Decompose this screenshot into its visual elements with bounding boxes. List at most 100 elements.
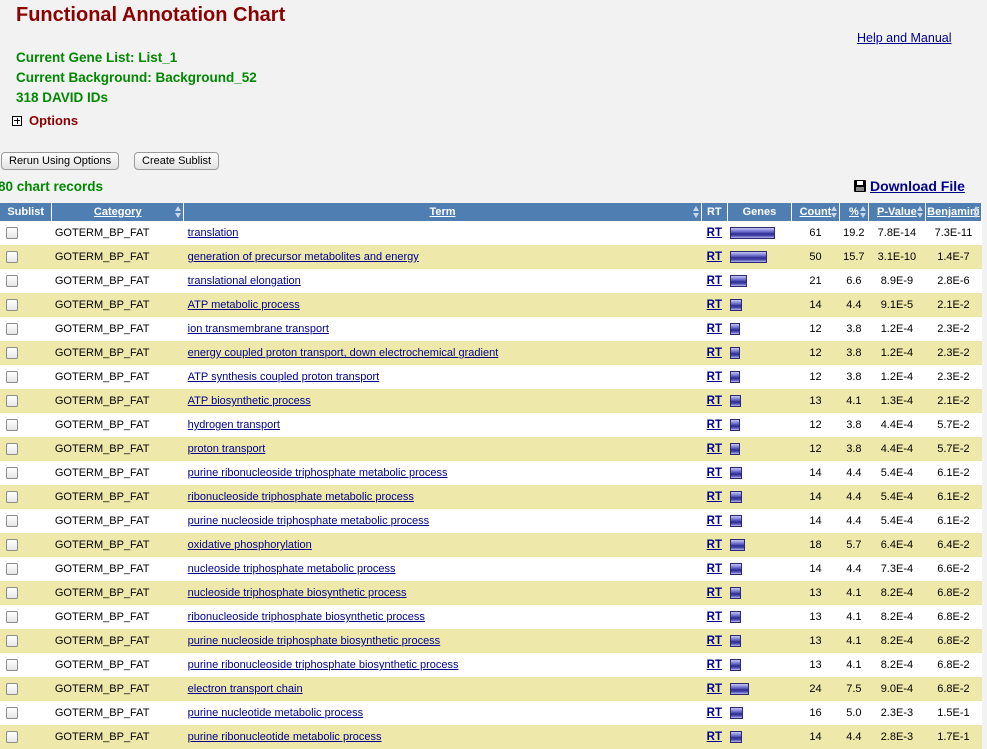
help-manual-link[interactable]: Help and Manual xyxy=(857,31,952,45)
sublist-checkbox[interactable] xyxy=(6,563,18,576)
sublist-checkbox[interactable] xyxy=(6,731,18,744)
genes-bar[interactable] xyxy=(730,683,750,696)
rt-link[interactable]: RT xyxy=(707,371,722,383)
header-percent[interactable]: % xyxy=(839,203,869,221)
sublist-checkbox[interactable] xyxy=(6,707,18,720)
genes-bar[interactable] xyxy=(730,731,743,744)
term-link[interactable]: ATP synthesis coupled proton transport xyxy=(188,371,380,383)
rt-link[interactable]: RT xyxy=(707,659,722,671)
header-term[interactable]: Term xyxy=(183,203,702,221)
genes-bar[interactable] xyxy=(730,539,746,552)
rt-link[interactable]: RT xyxy=(707,395,722,407)
sort-arrows-icon[interactable] xyxy=(830,206,837,218)
sublist-checkbox[interactable] xyxy=(6,299,18,312)
term-link[interactable]: translation xyxy=(188,227,239,239)
genes-bar[interactable] xyxy=(730,635,742,648)
genes-bar[interactable] xyxy=(730,443,741,456)
term-link[interactable]: translational elongation xyxy=(188,275,301,287)
sort-arrows-icon[interactable] xyxy=(692,206,699,218)
expand-plus-icon[interactable] xyxy=(12,115,22,126)
header-pvalue[interactable]: P-Value xyxy=(868,203,926,221)
term-link[interactable]: purine ribonucleoside triphosphate metab… xyxy=(188,467,448,479)
sublist-checkbox[interactable] xyxy=(6,227,18,240)
genes-bar[interactable] xyxy=(730,659,742,672)
genes-bar[interactable] xyxy=(730,419,741,432)
sublist-checkbox[interactable] xyxy=(6,683,18,696)
rt-link[interactable]: RT xyxy=(707,683,722,695)
sublist-checkbox[interactable] xyxy=(6,515,18,528)
rt-link[interactable]: RT xyxy=(707,251,722,263)
sublist-checkbox[interactable] xyxy=(6,347,18,360)
sublist-checkbox[interactable] xyxy=(6,371,18,384)
term-link[interactable]: ribonucleoside triphosphate biosynthetic… xyxy=(188,611,425,623)
header-benjamini[interactable]: Benjamini xyxy=(925,203,983,221)
sublist-checkbox[interactable] xyxy=(6,443,18,456)
genes-bar[interactable] xyxy=(730,299,743,312)
term-link[interactable]: nucleoside triphosphate biosynthetic pro… xyxy=(188,587,407,599)
genes-bar[interactable] xyxy=(730,347,741,360)
rt-link[interactable]: RT xyxy=(707,347,722,359)
rt-link[interactable]: RT xyxy=(707,563,722,575)
rt-link[interactable]: RT xyxy=(707,635,722,647)
genes-bar[interactable] xyxy=(730,275,748,288)
rt-link[interactable]: RT xyxy=(707,419,722,431)
rt-link[interactable]: RT xyxy=(707,275,722,287)
genes-bar[interactable] xyxy=(730,251,768,264)
genes-bar[interactable] xyxy=(730,467,743,480)
genes-bar[interactable] xyxy=(730,515,743,528)
term-link[interactable]: purine nucleoside triphosphate biosynthe… xyxy=(188,635,441,647)
term-link[interactable]: ATP biosynthetic process xyxy=(188,395,311,407)
genes-bar[interactable] xyxy=(730,227,776,240)
options-toggle[interactable]: Options xyxy=(12,113,78,128)
sublist-checkbox[interactable] xyxy=(6,635,18,648)
sublist-checkbox[interactable] xyxy=(6,587,18,600)
sublist-checkbox[interactable] xyxy=(6,395,18,408)
rt-link[interactable]: RT xyxy=(707,227,722,239)
genes-bar[interactable] xyxy=(730,323,741,336)
term-link[interactable]: nucleoside triphosphate metabolic proces… xyxy=(188,563,396,575)
term-link[interactable]: proton transport xyxy=(188,443,266,455)
download-file-link[interactable]: Download File xyxy=(854,178,965,194)
sublist-checkbox[interactable] xyxy=(6,611,18,624)
rt-link[interactable]: RT xyxy=(707,491,722,503)
rt-link[interactable]: RT xyxy=(707,587,722,599)
sort-arrows-icon[interactable] xyxy=(859,206,866,218)
genes-bar[interactable] xyxy=(730,395,742,408)
sublist-checkbox[interactable] xyxy=(6,467,18,480)
genes-bar[interactable] xyxy=(730,611,742,624)
term-link[interactable]: electron transport chain xyxy=(188,683,303,695)
sublist-checkbox[interactable] xyxy=(6,251,18,264)
term-link[interactable]: purine ribonucleoside triphosphate biosy… xyxy=(188,659,459,671)
term-link[interactable]: ribonucleoside triphosphate metabolic pr… xyxy=(188,491,414,503)
rt-link[interactable]: RT xyxy=(707,539,722,551)
header-category[interactable]: Category xyxy=(51,203,185,221)
genes-bar[interactable] xyxy=(730,491,743,504)
term-link[interactable]: purine ribonucleotide metabolic process xyxy=(188,731,382,743)
term-link[interactable]: oxidative phosphorylation xyxy=(188,539,312,551)
rt-link[interactable]: RT xyxy=(707,299,722,311)
sort-arrows-icon[interactable] xyxy=(916,206,923,218)
term-link[interactable]: purine nucleoside triphosphate metabolic… xyxy=(188,515,430,527)
sublist-checkbox[interactable] xyxy=(6,491,18,504)
rt-link[interactable]: RT xyxy=(707,611,722,623)
rerun-using-options-button[interactable]: Rerun Using Options xyxy=(1,152,120,170)
term-link[interactable]: ATP metabolic process xyxy=(188,299,300,311)
genes-bar[interactable] xyxy=(730,587,742,600)
sublist-checkbox[interactable] xyxy=(6,323,18,336)
rt-link[interactable]: RT xyxy=(707,707,722,719)
term-link[interactable]: ion transmembrane transport xyxy=(188,323,329,335)
sublist-checkbox[interactable] xyxy=(6,539,18,552)
term-link[interactable]: energy coupled proton transport, down el… xyxy=(188,347,499,359)
rt-link[interactable]: RT xyxy=(707,515,722,527)
term-link[interactable]: purine nucleotide metabolic process xyxy=(188,707,364,719)
rt-link[interactable]: RT xyxy=(707,731,722,743)
genes-bar[interactable] xyxy=(730,371,741,384)
sublist-checkbox[interactable] xyxy=(6,419,18,432)
rt-link[interactable]: RT xyxy=(707,323,722,335)
header-count[interactable]: Count xyxy=(791,203,840,221)
genes-bar[interactable] xyxy=(730,707,744,720)
rt-link[interactable]: RT xyxy=(707,467,722,479)
term-link[interactable]: hydrogen transport xyxy=(188,419,280,431)
sublist-checkbox[interactable] xyxy=(6,275,18,288)
genes-bar[interactable] xyxy=(730,563,743,576)
